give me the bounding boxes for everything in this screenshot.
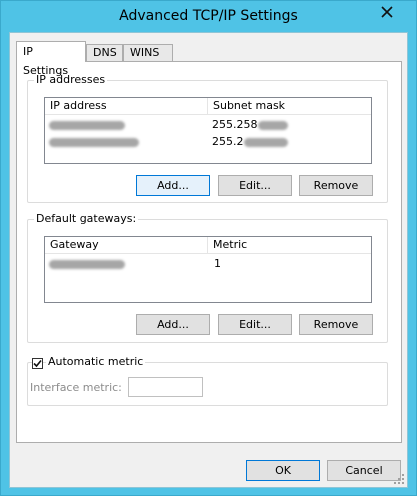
table-row[interactable] [49,256,125,271]
ip-remove-button[interactable]: Remove [299,175,373,196]
ip-address-redacted [49,120,125,130]
gateway-add-button[interactable]: Add... [136,314,210,335]
metric-cell: 1 [214,257,221,270]
subnet-mask-cell: 255.2 [212,134,288,149]
table-row[interactable] [49,134,139,149]
gateway-edit-button[interactable]: Edit... [218,314,292,335]
window-title: Advanced TCP/IP Settings [119,8,298,24]
subnet-mask-value: 255.2 [212,135,244,148]
column-header-subnet-mask[interactable]: Subnet mask [207,98,371,114]
ip-address-redacted [49,137,139,147]
ip-edit-button[interactable]: Edit... [218,175,292,196]
gateways-list[interactable]: Gateway Metric 1 [44,236,372,303]
automatic-metric-checkbox[interactable] [32,358,43,369]
ip-addresses-group: IP addresses IP address Subnet mask 255.… [27,73,388,203]
automatic-metric-group: Automatic metric Interface metric: [27,355,388,406]
close-button[interactable] [370,2,404,22]
default-gateways-group: Default gateways: Gateway Metric 1 Add..… [27,212,388,343]
ip-settings-panel: IP addresses IP address Subnet mask 255.… [16,61,402,443]
column-header-metric[interactable]: Metric [207,237,371,253]
subnet-mask-value: 255.258 [212,118,258,131]
automatic-metric-label[interactable]: Automatic metric [46,355,146,368]
dialog-client-area: IP Settings DNS WINS IP addresses IP add… [9,32,408,488]
column-header-ip-address[interactable]: IP address [45,98,207,114]
dialog-window: Advanced TCP/IP Settings IP Settings DNS… [0,0,417,496]
title-bar[interactable]: Advanced TCP/IP Settings [1,1,416,32]
interface-metric-label: Interface metric: [30,381,122,394]
tab-dns[interactable]: DNS [86,44,123,61]
ip-list-header: IP address Subnet mask [45,98,371,115]
gateway-list-header: Gateway Metric [45,237,371,254]
tab-ip-settings[interactable]: IP Settings [16,41,86,77]
ip-add-button[interactable]: Add... [136,175,210,196]
column-header-gateway[interactable]: Gateway [45,237,207,253]
default-gateways-group-title: Default gateways: [34,212,139,225]
resize-grip-icon[interactable] [393,473,405,485]
subnet-mask-redacted [243,137,288,147]
gateway-remove-button[interactable]: Remove [299,314,373,335]
subnet-mask-cell: 255.258 [212,117,288,132]
checkmark-icon [33,359,42,368]
close-icon [381,6,393,18]
table-row[interactable] [49,117,125,132]
ip-addresses-list[interactable]: IP address Subnet mask 255.258 255.2 [44,97,372,164]
gateway-redacted [49,259,125,269]
interface-metric-input[interactable] [128,377,203,397]
tab-wins[interactable]: WINS [123,44,173,61]
subnet-mask-redacted [257,120,288,130]
ok-button[interactable]: OK [246,460,320,481]
cancel-button[interactable]: Cancel [327,460,401,481]
